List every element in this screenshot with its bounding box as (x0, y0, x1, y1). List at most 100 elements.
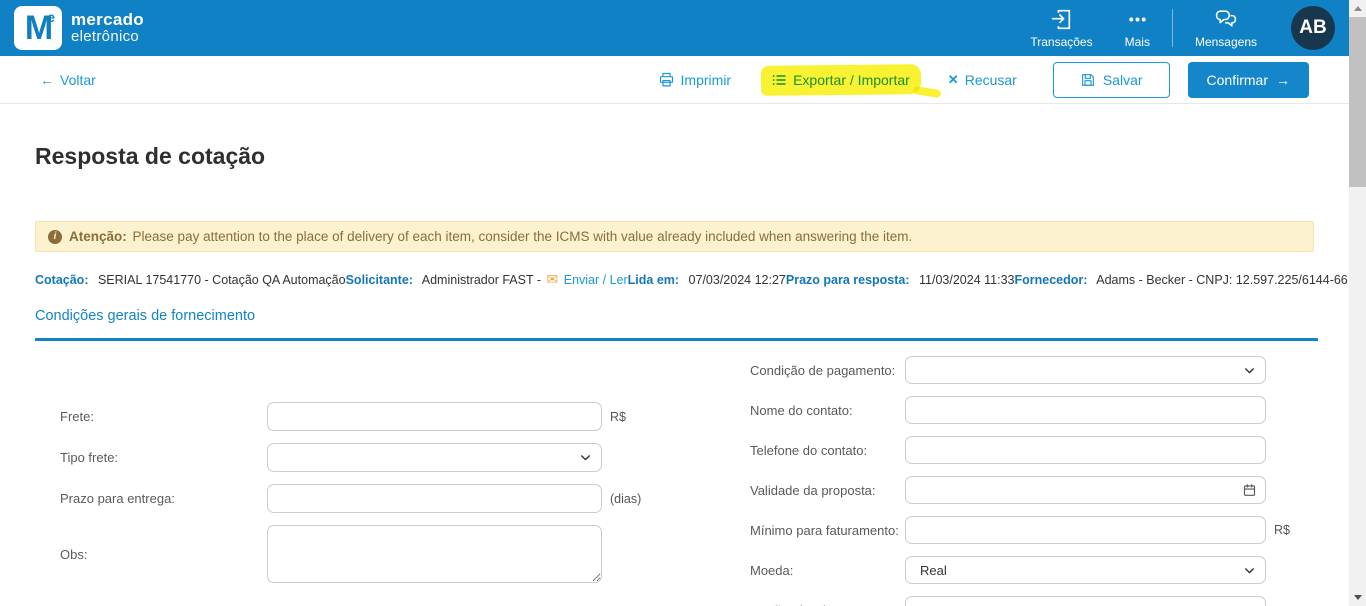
quotation-field: Cotação: SERIAL 17541770 - Cotação QA Au… (35, 273, 346, 287)
printer-icon (658, 71, 675, 88)
minimo-faturamento-label: Mínimo para faturamento: (750, 522, 899, 538)
attention-message: Please pay attention to the place of del… (132, 229, 913, 244)
frete-label: Frete: (60, 409, 94, 424)
page-title: Resposta de cotação (35, 143, 266, 169)
export-import-label: Exportar / Importar (793, 71, 910, 88)
form-row-telefone-contato: Telefone do contato: (750, 436, 1314, 464)
list-icon (771, 72, 787, 88)
info-icon: i (48, 229, 62, 244)
back-arrow-icon: ← (40, 71, 54, 88)
prazo-entrega-suffix: (dias) (610, 491, 642, 506)
nav-more[interactable]: Mais (1109, 7, 1166, 49)
nav-more-label: Mais (1124, 35, 1150, 49)
back-button[interactable]: ← Voltar (40, 72, 96, 88)
scrollbar-down-arrow[interactable] (1349, 589, 1366, 606)
refuse-label: Recusar (964, 71, 1017, 88)
validade-proposta-label: Validade da proposta: (750, 482, 876, 498)
general-conditions-form: Frete: R$ Tipo frete: Prazo para entrega… (35, 341, 1314, 606)
x-icon: ✕ (947, 71, 959, 87)
telefone-contato-label: Telefone do contato: (750, 442, 868, 458)
nome-contato-input[interactable] (905, 396, 1266, 424)
quotation-label: Cotação: (35, 272, 89, 287)
condicao-pagamento-label: Condição de pagamento: (750, 362, 896, 378)
attention-banner: i Atenção: Please pay attention to the p… (35, 221, 1314, 252)
save-icon (1080, 72, 1096, 88)
moeda-label: Moeda: (750, 562, 794, 578)
moeda-value: Real (920, 562, 947, 578)
transactions-icon (1049, 7, 1074, 32)
form-row-validade-proposta: Validade da proposta: (750, 476, 1314, 504)
chevron-down-icon (1243, 364, 1256, 377)
nav-transactions[interactable]: Transações (1014, 7, 1108, 49)
requester-label: Solicitante: (345, 273, 413, 287)
tipo-frete-select[interactable] (267, 443, 602, 472)
brand-name: mercado eletrônico (71, 11, 144, 45)
prazo-entrega-input[interactable] (267, 484, 602, 513)
form-row-moeda: Moeda: Real (750, 556, 1314, 584)
confirm-arrow-icon: → (1276, 71, 1290, 88)
app-header: M e mercado eletrônico Transações Mais M… (0, 0, 1349, 56)
nav-messages-label: Mensagens (1194, 35, 1257, 49)
confirm-button[interactable]: Confirmar → (1187, 61, 1309, 98)
logo-e-letter: e (47, 9, 55, 25)
chevron-down-icon (579, 451, 592, 464)
send-read-link[interactable]: Enviar / Ler (564, 273, 628, 287)
envelope-icon: ✉ (546, 271, 559, 287)
prazo-entrega-label: Prazo para entrega: (60, 491, 175, 506)
attention-prefix: Atenção: (69, 229, 127, 244)
telefone-contato-input[interactable] (905, 436, 1266, 464)
nav-messages[interactable]: Mensagens (1179, 7, 1273, 49)
action-toolbar: ← Voltar Imprimir Exportar / Importar ✕ … (0, 56, 1349, 104)
nome-contato-label: Nome do contato: (750, 402, 853, 418)
form-row-tipo-frete: Tipo frete: (60, 443, 750, 472)
confirm-label: Confirmar (1206, 71, 1268, 88)
calendar-icon[interactable] (1242, 483, 1257, 498)
scrollbar-up-arrow[interactable] (1349, 0, 1366, 17)
messages-icon (1213, 7, 1239, 32)
back-label: Voltar (60, 71, 96, 88)
moeda-select[interactable]: Real (905, 556, 1266, 584)
validade-proposta-input[interactable] (905, 476, 1266, 504)
print-button[interactable]: Imprimir (658, 71, 732, 88)
scrollbar-thumb[interactable] (1349, 17, 1366, 187)
obs-textarea[interactable] (267, 525, 602, 583)
more-icon (1125, 7, 1150, 32)
supplier-field: Fornecedor: Adams - Becker - CNPJ: 12.59… (1015, 273, 1348, 287)
chevron-down-icon (1243, 564, 1256, 577)
form-row-obs: Obs: (60, 525, 750, 583)
mercado-eletronico-logo-icon: M e (14, 6, 62, 50)
deadline-value: 11/03/2024 11:33 (919, 272, 1015, 287)
read-at-value: 07/03/2024 12:27 (688, 272, 786, 287)
save-button[interactable]: Salvar (1052, 61, 1170, 98)
refuse-button[interactable]: ✕ Recusar (948, 72, 1017, 88)
attention-text: Atenção: Please pay attention to the pla… (69, 229, 912, 244)
save-label: Salvar (1102, 71, 1143, 88)
print-label: Imprimir (680, 71, 732, 88)
supplier-label: Fornecedor: (1014, 272, 1088, 287)
form-row-prazo-entrega: Prazo para entrega: (dias) (60, 484, 750, 513)
brand-name-line2: eletrônico (71, 28, 140, 46)
minimo-faturamento-input[interactable] (905, 516, 1266, 544)
opcao-fiscal-select[interactable] (905, 596, 1266, 606)
quotation-value: SERIAL 17541770 - Cotação QA Automação (97, 272, 346, 287)
yellow-highlight-tail (912, 85, 942, 98)
frete-suffix: R$ (610, 409, 626, 424)
condicao-pagamento-select[interactable] (905, 356, 1266, 384)
tipo-frete-label: Tipo frete: (60, 450, 119, 465)
brand-logo[interactable]: M e mercado eletrônico (14, 6, 144, 50)
brand-name-line1: mercado (71, 10, 144, 30)
export-import-button[interactable]: Exportar / Importar (771, 72, 910, 88)
frete-input[interactable] (267, 402, 602, 431)
user-avatar[interactable]: AB (1291, 6, 1335, 50)
vertical-scrollbar[interactable] (1349, 0, 1366, 606)
form-row-condicao-pagamento: Condição de pagamento: (750, 356, 1314, 384)
read-at-field: Lida em: 07/03/2024 12:27 (628, 273, 786, 287)
form-row-nome-contato: Nome do contato: (750, 396, 1314, 424)
form-row-minimo-faturamento: Mínimo para faturamento: R$ (750, 516, 1314, 544)
section-title-general-conditions: Condições gerais de fornecimento (35, 308, 256, 324)
requester-value: Administrador FAST - (421, 273, 542, 287)
form-row-opcao-fiscal: Opção Fiscal: (750, 596, 1314, 606)
form-right-column: Condição de pagamento: Nome do contato: … (750, 341, 1314, 606)
opcao-fiscal-label: Opção Fiscal: (750, 603, 905, 606)
deadline-field: Prazo para resposta: 11/03/2024 11:33 (786, 273, 1015, 287)
